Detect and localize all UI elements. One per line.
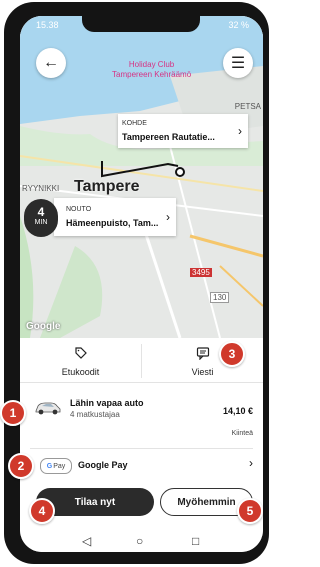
pickup-label: NOUTO <box>66 206 92 213</box>
google-logo: Google <box>26 321 61 332</box>
chevron-right-icon: › <box>249 456 253 470</box>
road-number: 3495 <box>190 268 212 277</box>
section-divider <box>20 382 263 383</box>
poi-name: Holiday Club <box>128 60 175 69</box>
chevron-right-icon: › <box>238 124 242 138</box>
tab-label: Etukoodit <box>61 367 100 377</box>
destination-label: KOHDE <box>122 120 147 127</box>
phone-screen: 15.38 32 % ← ☰ Holiday Club Tampereen Ke… <box>20 16 263 552</box>
tab-message[interactable]: Viesti <box>142 338 263 382</box>
destination-name: Tampereen Rautatie... <box>122 132 215 142</box>
eta-minutes: 4 <box>37 205 45 219</box>
hamburger-menu-icon: ☰ <box>230 55 246 72</box>
status-time: 15.38 <box>36 20 59 30</box>
nav-back-icon[interactable]: ◁ <box>82 534 91 548</box>
arrow-left-icon: ← <box>43 54 59 71</box>
poi-subname: Tampereen Kehräämö <box>112 70 192 79</box>
pickup-name: Hämeenpuisto, Tam... <box>66 218 159 228</box>
tab-promo-codes[interactable]: Etukoodit <box>20 338 141 382</box>
booking-sheet: Etukoodit Viesti Lähin vapaa auto 4 matk… <box>20 338 263 552</box>
section-divider <box>30 448 253 449</box>
map-area-label: PETSA <box>234 102 261 111</box>
google-g-letter: G <box>46 462 53 470</box>
android-nav-bar: ◁ ○ □ <box>20 534 263 552</box>
nav-recents-icon[interactable]: □ <box>192 534 199 548</box>
callout-marker-1: 1 <box>0 400 26 426</box>
map-poi: Holiday Club Tampereen Kehräämö <box>112 60 191 80</box>
map-view[interactable]: 15.38 32 % ← ☰ Holiday Club Tampereen Ke… <box>20 16 263 338</box>
google-pay-icon: G Pay <box>40 458 72 474</box>
callout-marker-3: 3 <box>219 341 245 367</box>
chevron-right-icon: › <box>166 210 170 224</box>
tag-icon <box>74 347 87 359</box>
nav-home-icon[interactable]: ○ <box>136 534 143 548</box>
map-city-label: Tampere <box>74 178 140 195</box>
price-type: Kiinteä <box>231 430 253 437</box>
destination-card[interactable]: KOHDE Tampereen Rautatie... › <box>118 114 248 148</box>
pickup-card[interactable]: NOUTO Hämeenpuisto, Tam... › <box>54 198 176 236</box>
eta-badge: 4 MIN <box>24 199 58 237</box>
ride-option[interactable] <box>20 386 263 448</box>
payment-label: Google Pay <box>78 460 128 470</box>
ride-title: Lähin vapaa auto <box>70 398 144 408</box>
ride-passengers: 4 matkustajaa <box>70 410 120 419</box>
menu-button[interactable]: ☰ <box>223 48 253 78</box>
ride-price: 14,10 € <box>222 406 253 416</box>
status-battery: 32 % <box>228 20 249 30</box>
eta-unit: MIN <box>34 219 48 226</box>
message-icon <box>196 347 209 360</box>
car-icon <box>35 402 61 415</box>
callout-marker-4: 4 <box>29 498 55 524</box>
back-button[interactable]: ← <box>36 48 66 78</box>
road-number: 130 <box>210 292 230 303</box>
callout-marker-2: 2 <box>8 453 34 479</box>
camera-notch <box>82 16 200 32</box>
google-pay-badge-text: Pay <box>53 462 66 470</box>
tab-label: Viesti <box>191 367 214 377</box>
callout-marker-5: 5 <box>237 498 263 524</box>
map-area-label: RYYNIKKI <box>22 184 60 193</box>
phone-frame: 15.38 32 % ← ☰ Holiday Club Tampereen Ke… <box>4 2 269 564</box>
